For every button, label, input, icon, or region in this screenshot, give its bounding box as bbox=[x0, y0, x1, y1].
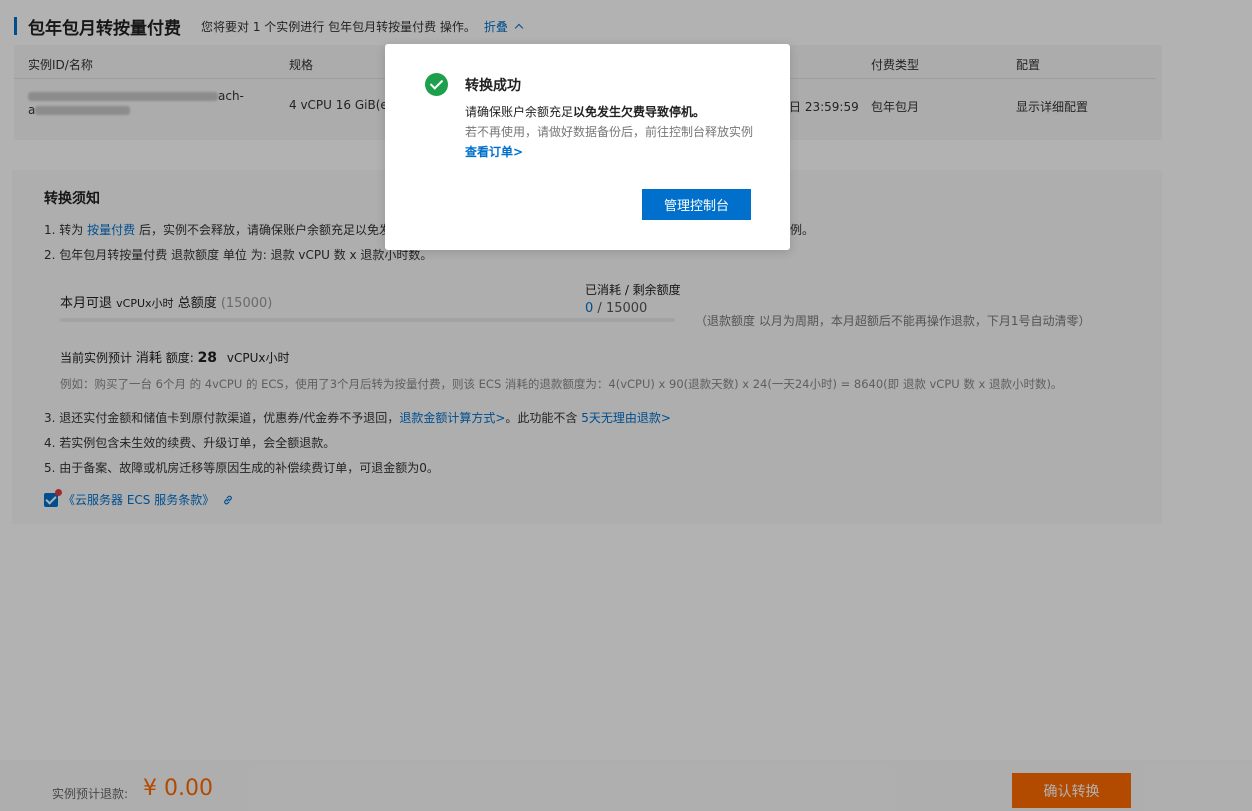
dialog-message: 请确保账户余额充足以免发生欠费导致停机。 bbox=[465, 103, 705, 120]
check-circle-icon bbox=[425, 73, 448, 96]
page: 包年包月转按量付费 您将要对 1 个实例进行 包年包月转按量付费 操作。 折叠 … bbox=[0, 0, 1252, 811]
dialog-title: 转换成功 bbox=[465, 78, 521, 94]
dialog-message-bold: 以免发生欠费导致停机。 bbox=[573, 105, 706, 119]
dialog-hint: 若不再使用，请做好数据备份后，前往控制台释放实例 bbox=[465, 125, 754, 139]
manage-console-button[interactable]: 管理控制台 bbox=[642, 189, 751, 220]
success-dialog: 转换成功 请确保账户余额充足以免发生欠费导致停机。 若不再使用，请做好数据备份后… bbox=[385, 44, 790, 250]
view-order-link[interactable]: 查看订单> bbox=[465, 143, 523, 160]
dialog-message-a: 请确保账户余额充足 bbox=[465, 105, 574, 119]
